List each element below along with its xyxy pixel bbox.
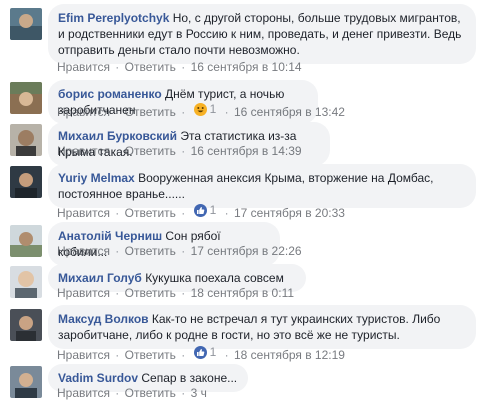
comment-text: Кукушка поехала совсем (145, 271, 284, 285)
separator: · (181, 205, 186, 220)
timestamp[interactable]: 18 сентября в 12:19 (234, 348, 345, 362)
reaction-count: 1 (209, 203, 217, 217)
separator: · (224, 205, 229, 220)
separator: · (115, 347, 120, 362)
like-link[interactable]: Нравится (57, 105, 110, 119)
comment-text: Сепар в законе... (141, 371, 238, 385)
reaction-count: 1 (209, 345, 217, 359)
reactions[interactable]: 1 (193, 102, 217, 116)
comment-bubble: Efim Pereplyotchyk Но, с другой стороны,… (48, 4, 476, 64)
separator: · (115, 244, 120, 258)
avatar[interactable] (10, 225, 42, 257)
separator: · (115, 60, 120, 74)
separator: · (115, 144, 120, 158)
like-link[interactable]: Нравится (57, 60, 110, 74)
timestamp[interactable]: 17 сентября в 22:26 (191, 244, 302, 258)
avatar[interactable] (10, 309, 42, 341)
avatar[interactable] (10, 8, 42, 40)
comment-actions: Нравится · Ответить · 16 сентября в 14:3… (57, 144, 302, 158)
reactions[interactable]: 1 (193, 203, 217, 217)
reply-link[interactable]: Ответить (125, 144, 176, 158)
separator: · (181, 144, 186, 158)
separator: · (181, 104, 186, 119)
comment-actions: Нравится · Ответить · 1 · 16 сентября в … (57, 102, 345, 119)
avatar[interactable] (10, 82, 42, 114)
like-link[interactable]: Нравится (57, 386, 110, 400)
reply-link[interactable]: Ответить (125, 386, 176, 400)
avatar[interactable] (10, 266, 42, 298)
like-link[interactable]: Нравится (57, 286, 110, 300)
separator: · (224, 347, 229, 362)
comment-actions: Нравится · Ответить · 18 сентября в 0:11 (57, 286, 294, 300)
reply-link[interactable]: Ответить (125, 105, 176, 119)
author-name[interactable]: Максуд Волков (58, 312, 149, 326)
like-icon (193, 345, 207, 359)
timestamp[interactable]: 18 сентября в 0:11 (191, 286, 294, 300)
comment-actions: Нравится · Ответить · 17 сентября в 22:2… (57, 244, 302, 258)
reaction-count: 1 (209, 102, 217, 116)
author-name[interactable]: борис романенко (58, 87, 162, 101)
separator: · (224, 104, 229, 119)
like-link[interactable]: Нравится (57, 244, 110, 258)
timestamp[interactable]: 17 сентября в 20:33 (234, 206, 345, 220)
comment-bubble: Yuriy Melmax Вооруженная анексия Крыма, … (48, 164, 476, 208)
reply-link[interactable]: Ответить (125, 348, 176, 362)
author-name[interactable]: Vadim Surdov (58, 371, 138, 385)
reply-link[interactable]: Ответить (125, 60, 176, 74)
comment-actions: Нравится · Ответить · 16 сентября в 10:1… (57, 60, 302, 74)
like-icon (193, 203, 207, 217)
comment-actions: Нравится · Ответить · 3 ч (57, 386, 207, 400)
avatar[interactable] (10, 124, 42, 156)
separator: · (181, 347, 186, 362)
separator: · (181, 286, 186, 300)
timestamp[interactable]: 16 сентября в 10:14 (191, 60, 302, 74)
comments-list: Efim Pereplyotchyk Но, с другой стороны,… (0, 0, 483, 406)
reply-link[interactable]: Ответить (125, 286, 176, 300)
like-link[interactable]: Нравится (57, 144, 110, 158)
author-name[interactable]: Efim Pereplyotchyk (58, 11, 169, 25)
comment-actions: Нравится · Ответить · 1 · 18 сентября в … (57, 345, 345, 362)
avatar[interactable] (10, 166, 42, 198)
comment-bubble: Максуд Волков Как-то не встречал я тут у… (48, 305, 476, 349)
separator: · (115, 286, 120, 300)
separator: · (115, 386, 120, 400)
timestamp[interactable]: 3 ч (191, 386, 207, 400)
separator: · (181, 386, 186, 400)
author-name[interactable]: Анатолій Черниш (58, 229, 162, 243)
separator: · (181, 244, 186, 258)
timestamp[interactable]: 16 сентября в 13:42 (234, 105, 345, 119)
like-link[interactable]: Нравится (57, 348, 110, 362)
like-link[interactable]: Нравится (57, 206, 110, 220)
author-name[interactable]: Yuriy Melmax (58, 171, 135, 185)
separator: · (115, 205, 120, 220)
reply-link[interactable]: Ответить (125, 244, 176, 258)
author-name[interactable]: Михаил Бурковский (58, 129, 177, 143)
separator: · (181, 60, 186, 74)
reactions[interactable]: 1 (193, 345, 217, 359)
haha-icon (193, 102, 207, 116)
avatar[interactable] (10, 366, 42, 398)
timestamp[interactable]: 16 сентября в 14:39 (191, 144, 302, 158)
separator: · (115, 104, 120, 119)
reply-link[interactable]: Ответить (125, 206, 176, 220)
comment-actions: Нравится · Ответить · 1 · 17 сентября в … (57, 203, 345, 220)
author-name[interactable]: Михаил Голуб (58, 271, 142, 285)
